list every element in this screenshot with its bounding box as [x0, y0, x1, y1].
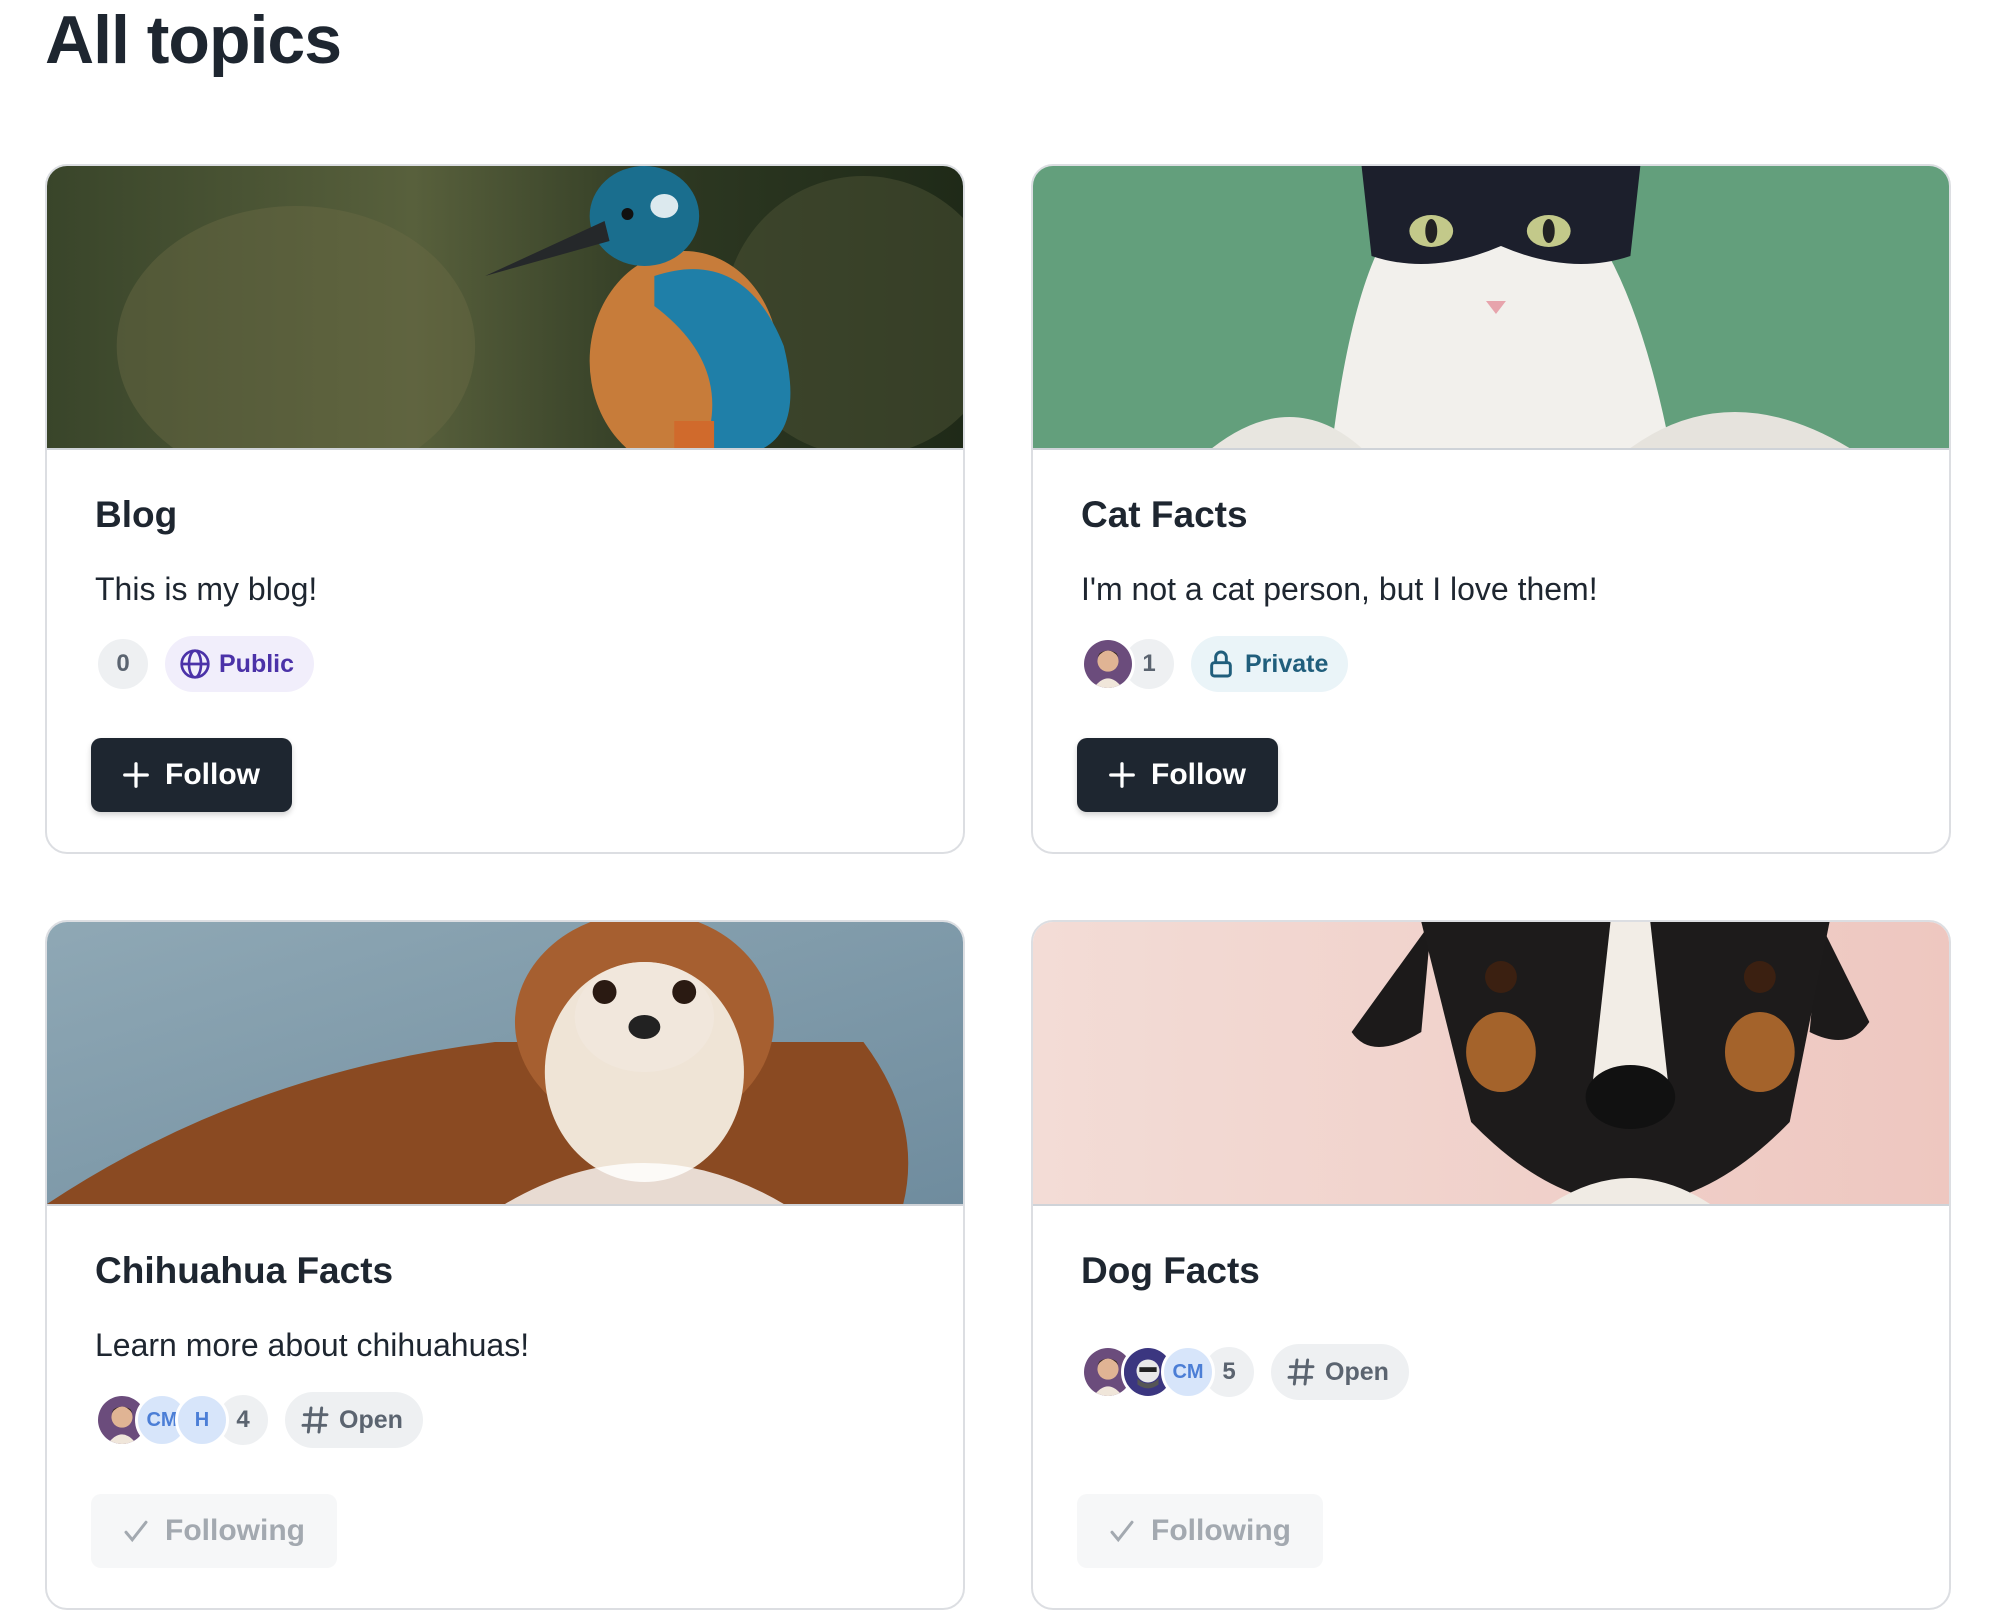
hash-icon — [1287, 1358, 1315, 1386]
topic-meta: 1 Private — [1081, 636, 1349, 692]
topic-title[interactable]: Blog — [95, 494, 177, 536]
check-icon — [124, 1520, 148, 1543]
follow-label: Follow — [1151, 758, 1246, 791]
following-button[interactable]: Following — [1077, 1494, 1323, 1568]
member-avatars: CM H — [95, 1393, 229, 1447]
plus-icon — [1109, 762, 1135, 788]
visibility-label: Open — [1325, 1357, 1389, 1386]
avatar — [1081, 637, 1135, 691]
topic-title[interactable]: Dog Facts — [1081, 1250, 1260, 1292]
visibility-badge: Public — [165, 636, 315, 692]
topic-meta: CM H 4 Open — [95, 1392, 423, 1448]
topic-banner-image — [47, 166, 963, 450]
topic-card-blog[interactable]: Blog This is my blog! 0 Public Follow — [45, 164, 965, 854]
follow-label: Follow — [165, 758, 260, 791]
following-label: Following — [165, 1514, 305, 1547]
follow-button[interactable]: Follow — [1077, 738, 1278, 812]
topic-banner-image — [1033, 922, 1949, 1206]
member-avatars — [1081, 637, 1135, 691]
following-label: Following — [1151, 1514, 1291, 1547]
following-button[interactable]: Following — [91, 1494, 337, 1568]
lock-icon — [1210, 650, 1232, 678]
member-count: 0 — [95, 636, 151, 692]
topic-card-cat-facts[interactable]: Cat Facts I'm not a cat person, but I lo… — [1031, 164, 1951, 854]
visibility-label: Private — [1245, 649, 1329, 678]
visibility-label: Public — [219, 649, 295, 678]
visibility-badge: Open — [1271, 1344, 1409, 1400]
avatar-initials: CM — [1161, 1345, 1215, 1399]
hash-icon — [301, 1406, 329, 1434]
topic-title[interactable]: Cat Facts — [1081, 494, 1248, 536]
topic-meta: 0 Public — [95, 636, 315, 692]
topic-banner-image — [1033, 166, 1949, 450]
avatar-initials: H — [175, 1393, 229, 1447]
topic-card-dog-facts[interactable]: Dog Facts CM 5 Open Following — [1031, 920, 1951, 1610]
member-avatars: CM — [1081, 1345, 1215, 1399]
topic-card-chihuahua-facts[interactable]: Chihuahua Facts Learn more about chihuah… — [45, 920, 965, 1610]
topic-description: This is my blog! — [95, 571, 318, 607]
visibility-label: Open — [339, 1405, 403, 1434]
plus-icon — [123, 762, 149, 788]
globe-icon — [180, 649, 210, 679]
visibility-badge: Private — [1191, 636, 1349, 692]
page-title: All topics — [45, 2, 342, 78]
topic-banner-image — [47, 922, 963, 1206]
visibility-badge: Open — [285, 1392, 423, 1448]
topic-title[interactable]: Chihuahua Facts — [95, 1250, 393, 1292]
topic-description: Learn more about chihuahuas! — [95, 1327, 530, 1363]
topic-description: I'm not a cat person, but I love them! — [1081, 571, 1598, 607]
check-icon — [1110, 1520, 1134, 1543]
follow-button[interactable]: Follow — [91, 738, 292, 812]
topic-meta: CM 5 Open — [1081, 1344, 1409, 1400]
